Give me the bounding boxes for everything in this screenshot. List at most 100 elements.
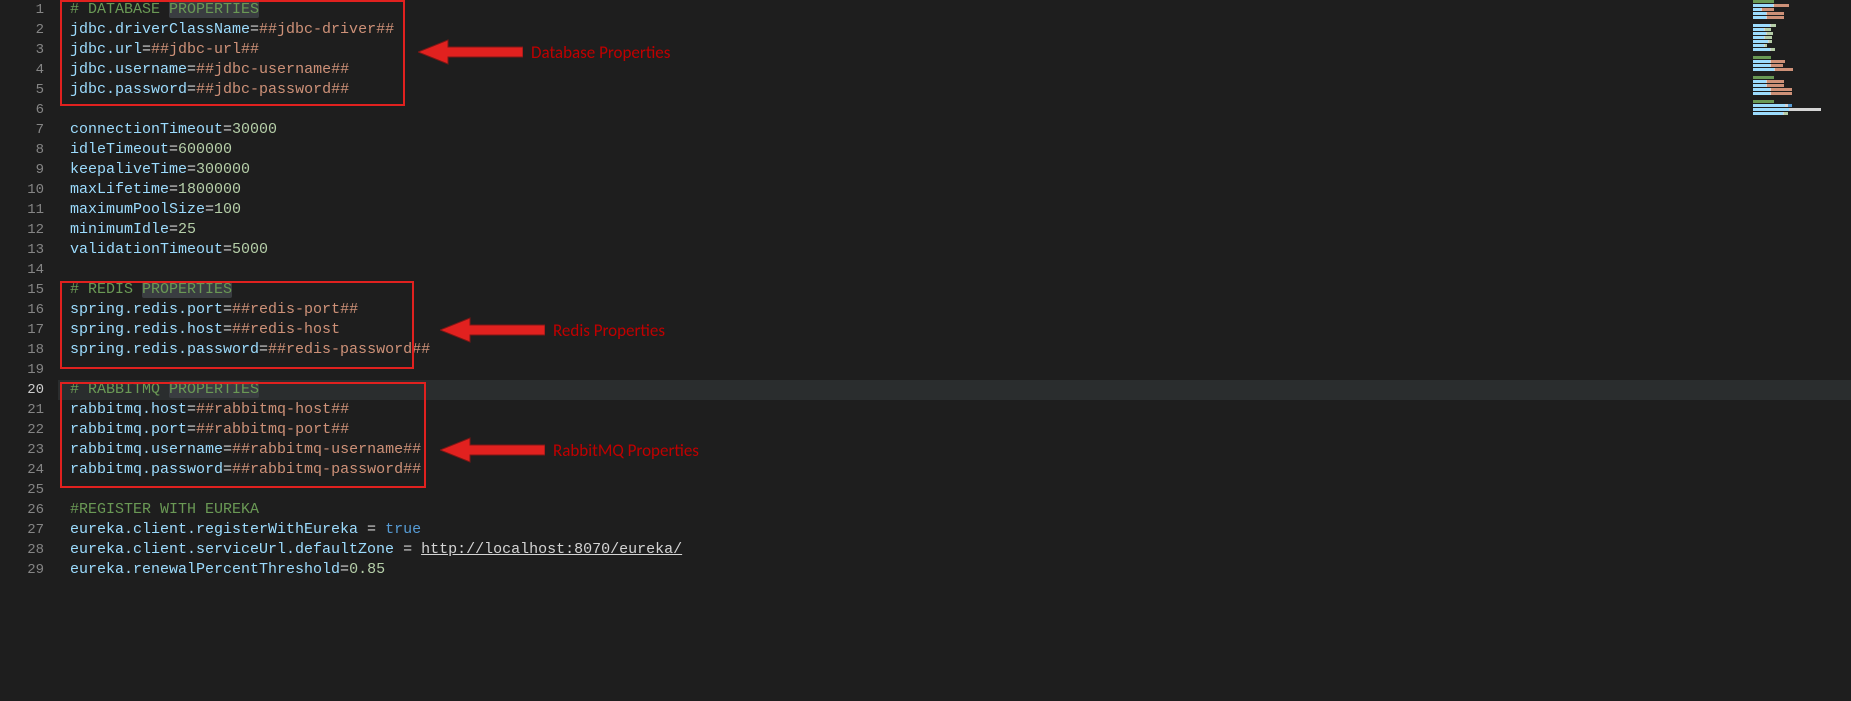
line-number: 16 xyxy=(0,300,44,320)
code-token: 100 xyxy=(214,201,241,218)
code-line[interactable] xyxy=(58,480,1851,500)
line-number: 20 xyxy=(0,380,44,400)
code-line[interactable]: spring.redis.password=##redis-password## xyxy=(58,340,1851,360)
code-line[interactable]: validationTimeout=5000 xyxy=(58,240,1851,260)
code-token: = xyxy=(358,521,385,538)
code-line[interactable]: rabbitmq.host=##rabbitmq-host## xyxy=(58,400,1851,420)
code-token: PROPERTIES xyxy=(142,281,232,298)
code-token: ##rabbitmq-port## xyxy=(196,421,349,438)
code-token: jdbc.url xyxy=(70,41,142,58)
code-line[interactable] xyxy=(58,260,1851,280)
code-token: = xyxy=(223,321,232,338)
code-token: rabbitmq.port xyxy=(70,421,187,438)
code-token: maxLifetime xyxy=(70,181,169,198)
line-number: 14 xyxy=(0,260,44,280)
code-token: = xyxy=(223,441,232,458)
code-token: = xyxy=(187,401,196,418)
code-line[interactable]: maxLifetime=1800000 xyxy=(58,180,1851,200)
code-line[interactable]: eureka.renewalPercentThreshold=0.85 xyxy=(58,560,1851,580)
code-token: = xyxy=(187,161,196,178)
code-editor[interactable]: 1234567891011121314151617181920212223242… xyxy=(0,0,1851,701)
code-lines-container: # DATABASE PROPERTIESjdbc.driverClassNam… xyxy=(58,0,1851,580)
code-token: maximumPoolSize xyxy=(70,201,205,218)
code-line[interactable]: rabbitmq.username=##rabbitmq-username## xyxy=(58,440,1851,460)
code-token: ##redis-password## xyxy=(268,341,430,358)
code-token: eureka.renewalPercentThreshold xyxy=(70,561,340,578)
line-number: 9 xyxy=(0,160,44,180)
code-line[interactable]: keepaliveTime=300000 xyxy=(58,160,1851,180)
code-line[interactable]: eureka.client.serviceUrl.defaultZone = h… xyxy=(58,540,1851,560)
line-number: 4 xyxy=(0,60,44,80)
code-token: = xyxy=(205,201,214,218)
line-number: 28 xyxy=(0,540,44,560)
line-number: 19 xyxy=(0,360,44,380)
code-line[interactable]: rabbitmq.port=##rabbitmq-port## xyxy=(58,420,1851,440)
code-token: ##redis-host xyxy=(232,321,340,338)
line-number: 1 xyxy=(0,0,44,20)
line-number: 10 xyxy=(0,180,44,200)
code-line[interactable]: rabbitmq.password=##rabbitmq-password## xyxy=(58,460,1851,480)
code-token: ##rabbitmq-password## xyxy=(232,461,421,478)
code-token: = xyxy=(250,21,259,38)
line-number: 13 xyxy=(0,240,44,260)
code-token: 30000 xyxy=(232,121,277,138)
code-token: ##redis-port## xyxy=(232,301,358,318)
code-line[interactable]: jdbc.password=##jdbc-password## xyxy=(58,80,1851,100)
code-token: #REGISTER WITH EUREKA xyxy=(70,501,259,518)
line-number: 27 xyxy=(0,520,44,540)
code-line[interactable]: maximumPoolSize=100 xyxy=(58,200,1851,220)
code-token: # REDIS xyxy=(70,281,142,298)
code-line[interactable]: #REGISTER WITH EUREKA xyxy=(58,500,1851,520)
code-token: http://localhost:8070/eureka/ xyxy=(421,541,682,558)
code-line[interactable]: # REDIS PROPERTIES xyxy=(58,280,1851,300)
code-line[interactable]: jdbc.driverClassName=##jdbc-driver## xyxy=(58,20,1851,40)
line-number-gutter: 1234567891011121314151617181920212223242… xyxy=(0,0,58,701)
line-number: 24 xyxy=(0,460,44,480)
code-token: = xyxy=(169,221,178,238)
code-line[interactable] xyxy=(58,100,1851,120)
code-token: # RABBITMQ xyxy=(70,381,169,398)
code-line[interactable]: eureka.client.registerWithEureka = true xyxy=(58,520,1851,540)
code-token: jdbc.username xyxy=(70,61,187,78)
minimap[interactable] xyxy=(1751,0,1851,120)
code-line[interactable]: # RABBITMQ PROPERTIES xyxy=(58,380,1851,400)
line-number: 5 xyxy=(0,80,44,100)
code-area[interactable]: # DATABASE PROPERTIESjdbc.driverClassNam… xyxy=(58,0,1851,701)
code-token: ##rabbitmq-host## xyxy=(196,401,349,418)
code-token: ##jdbc-username## xyxy=(196,61,349,78)
code-token: 0.85 xyxy=(349,561,385,578)
code-token: = xyxy=(187,421,196,438)
code-token: rabbitmq.host xyxy=(70,401,187,418)
code-token: true xyxy=(385,521,421,538)
line-number: 8 xyxy=(0,140,44,160)
code-token: ##jdbc-url## xyxy=(151,41,259,58)
line-number: 21 xyxy=(0,400,44,420)
code-line[interactable]: jdbc.username=##jdbc-username## xyxy=(58,60,1851,80)
code-token: = xyxy=(169,141,178,158)
code-line[interactable]: minimumIdle=25 xyxy=(58,220,1851,240)
code-line[interactable] xyxy=(58,360,1851,380)
line-number: 15 xyxy=(0,280,44,300)
code-token: = xyxy=(223,121,232,138)
code-token: = xyxy=(187,81,196,98)
code-line[interactable]: connectionTimeout=30000 xyxy=(58,120,1851,140)
code-line[interactable]: idleTimeout=600000 xyxy=(58,140,1851,160)
code-line[interactable]: jdbc.url=##jdbc-url## xyxy=(58,40,1851,60)
code-token: = xyxy=(142,41,151,58)
code-token: = xyxy=(169,181,178,198)
code-token: rabbitmq.password xyxy=(70,461,223,478)
code-token: = xyxy=(223,301,232,318)
line-number: 12 xyxy=(0,220,44,240)
code-token: = xyxy=(223,241,232,258)
code-token: eureka.client.registerWithEureka xyxy=(70,521,358,538)
code-token: ##rabbitmq-username## xyxy=(232,441,421,458)
line-number: 6 xyxy=(0,100,44,120)
line-number: 29 xyxy=(0,560,44,580)
code-line[interactable]: spring.redis.port=##redis-port## xyxy=(58,300,1851,320)
code-token: 5000 xyxy=(232,241,268,258)
line-number: 25 xyxy=(0,480,44,500)
code-line[interactable]: # DATABASE PROPERTIES xyxy=(58,0,1851,20)
code-token: 300000 xyxy=(196,161,250,178)
code-line[interactable]: spring.redis.host=##redis-host xyxy=(58,320,1851,340)
code-token: ##jdbc-password## xyxy=(196,81,349,98)
